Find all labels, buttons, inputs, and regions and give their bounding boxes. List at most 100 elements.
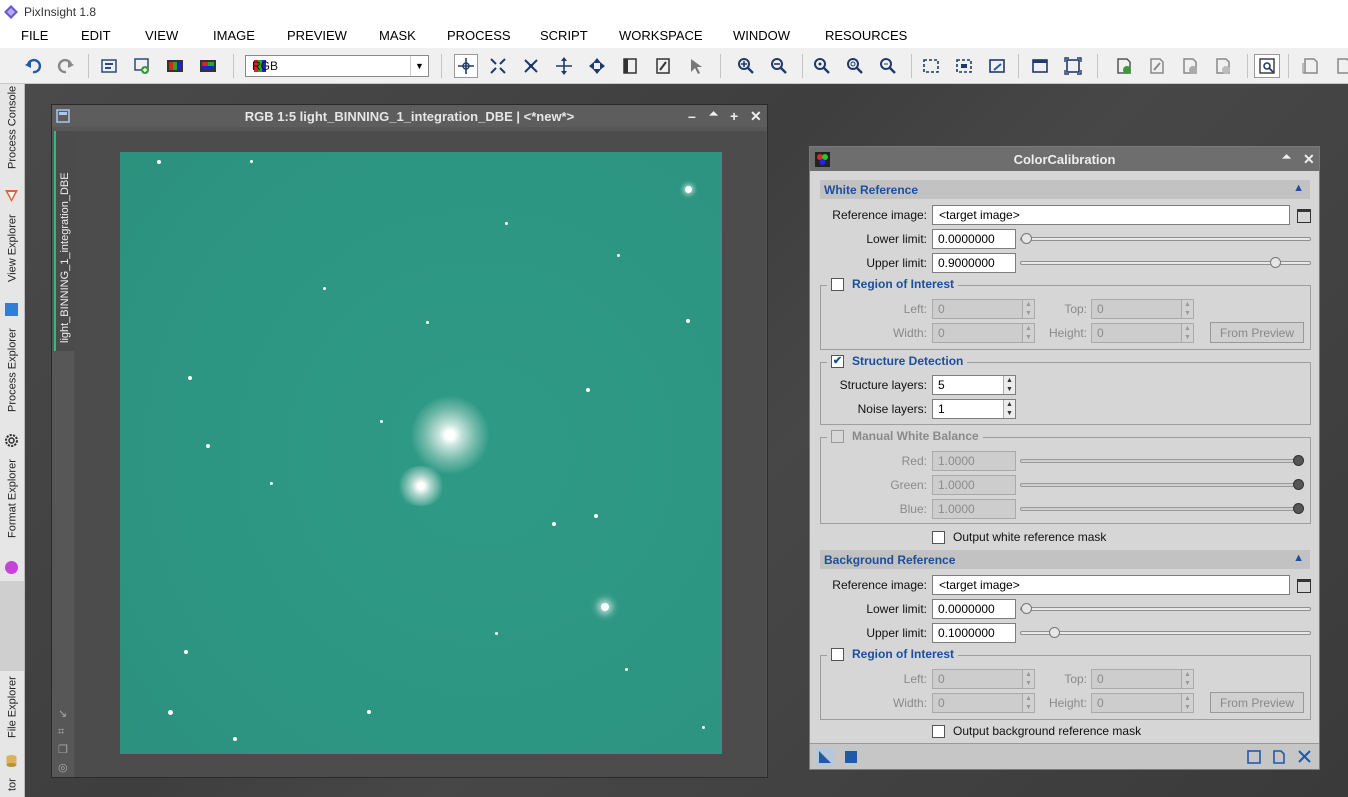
- manual-white-balance-header[interactable]: Manual White Balance: [827, 429, 983, 443]
- window-icon-1[interactable]: [1030, 56, 1050, 76]
- bg-upper-limit-slider[interactable]: [1020, 627, 1311, 638]
- roi-height-input[interactable]: 0 ▲ ▼: [1091, 323, 1194, 343]
- image-window-titlebar[interactable]: RGB 1:5 light_BINNING_1_integration_DBE …: [52, 105, 767, 127]
- structure-detection-header[interactable]: ✔ Structure Detection: [827, 354, 968, 368]
- spinner-icon[interactable]: ▲ ▼: [1022, 324, 1034, 342]
- zoom-fit-width-icon[interactable]: [845, 56, 865, 76]
- spinner-icon[interactable]: ▲ ▼: [1022, 694, 1034, 712]
- output-white-mask-checkbox[interactable]: [932, 530, 945, 544]
- roi-top-input[interactable]: 0 ▲ ▼: [1091, 299, 1194, 319]
- zoom-in-icon[interactable]: [736, 56, 756, 76]
- slider-handle[interactable]: [1270, 257, 1281, 268]
- undo-icon[interactable]: [23, 56, 43, 76]
- menu-edit[interactable]: EDIT: [81, 28, 111, 43]
- spinner-icon[interactable]: ▲ ▼: [1181, 324, 1193, 342]
- view-icon-2[interactable]: [954, 56, 974, 76]
- spinner-icon[interactable]: ▲ ▼: [1181, 300, 1193, 318]
- collapse-icon[interactable]: ▲: [1293, 182, 1304, 194]
- close-icon[interactable]: ✕: [1303, 151, 1315, 168]
- pan-icon[interactable]: [554, 56, 574, 76]
- reset-icon[interactable]: [1247, 750, 1261, 764]
- window-menu-icon[interactable]: [56, 109, 70, 123]
- process-rgb-icon[interactable]: [815, 152, 830, 167]
- spinner-icon[interactable]: ▲ ▼: [1181, 694, 1193, 712]
- spinner-icon[interactable]: ▲ ▼: [1181, 670, 1193, 688]
- slider-handle[interactable]: [1293, 455, 1304, 466]
- red-slider[interactable]: [1020, 455, 1304, 466]
- move-all-icon[interactable]: [521, 56, 541, 76]
- white-roi-header[interactable]: Region of Interest: [827, 277, 959, 291]
- menu-view[interactable]: VIEW: [145, 28, 178, 43]
- white-roi-checkbox[interactable]: [831, 277, 844, 291]
- structure-detection-checkbox[interactable]: ✔: [831, 354, 844, 368]
- process-console-icon[interactable]: [4, 188, 19, 203]
- colorcalibration-titlebar[interactable]: ColorCalibration ⏶ ✕: [810, 147, 1319, 171]
- white-upper-limit-slider[interactable]: [1020, 257, 1311, 268]
- close-icon[interactable]: ✕: [750, 108, 762, 125]
- view-icon-3[interactable]: [987, 56, 1007, 76]
- menu-script[interactable]: SCRIPT: [540, 28, 588, 43]
- blue-slider[interactable]: [1020, 503, 1304, 514]
- blue-input[interactable]: 1.0000: [932, 499, 1016, 519]
- menu-preview[interactable]: PREVIEW: [287, 28, 347, 43]
- structure-layers-input[interactable]: 5 ▲ ▼: [932, 375, 1016, 395]
- menu-workspace[interactable]: WORKSPACE: [619, 28, 703, 43]
- rgb-image-icon[interactable]: [165, 56, 185, 76]
- window-icon-2[interactable]: [1063, 56, 1083, 76]
- shade-icon[interactable]: ⏶: [1282, 151, 1291, 164]
- roi-width-input[interactable]: 0 ▲ ▼: [932, 693, 1035, 713]
- file-explorer-icon[interactable]: [4, 753, 19, 768]
- roi-left-input[interactable]: 0 ▲ ▼: [932, 299, 1035, 319]
- roi-top-input[interactable]: 0 ▲ ▼: [1091, 669, 1194, 689]
- maximize-icon[interactable]: +: [730, 108, 738, 124]
- apply-icon[interactable]: [844, 750, 858, 764]
- doc-icon-2[interactable]: [1333, 56, 1348, 76]
- mask-edit-icon[interactable]: [1147, 56, 1167, 76]
- arrow-icon[interactable]: ↘: [58, 705, 72, 723]
- bg-roi-from-preview-button[interactable]: From Preview: [1210, 692, 1304, 713]
- cursor-icon[interactable]: [686, 56, 706, 76]
- new-instance-icon[interactable]: [816, 748, 834, 766]
- mask-remove-icon[interactable]: [1213, 56, 1233, 76]
- slider-handle[interactable]: [1049, 627, 1060, 638]
- edit-preview-icon[interactable]: [653, 56, 673, 76]
- redo-icon[interactable]: [56, 56, 76, 76]
- tab-process-explorer[interactable]: Process Explorer: [2, 328, 23, 433]
- slider-handle[interactable]: [1021, 233, 1032, 244]
- crosshair-icon[interactable]: ⌗: [58, 723, 72, 741]
- bg-lower-limit-input[interactable]: 0.0000000: [932, 599, 1016, 619]
- new-preview-icon[interactable]: [620, 56, 640, 76]
- chevron-down-icon[interactable]: ▼: [410, 56, 428, 76]
- white-ref-image-field[interactable]: <target image>: [932, 205, 1290, 225]
- spinner-icon[interactable]: ▲ ▼: [1022, 670, 1034, 688]
- image-properties-icon[interactable]: [99, 56, 119, 76]
- menu-resources[interactable]: RESOURCES: [825, 28, 907, 43]
- section-background-reference[interactable]: Background Reference ▲: [820, 550, 1310, 569]
- manual-white-balance-checkbox[interactable]: [831, 429, 844, 443]
- bg-roi-checkbox[interactable]: [831, 647, 844, 661]
- navigate-icon[interactable]: [587, 56, 607, 76]
- white-upper-limit-input[interactable]: 0.9000000: [932, 253, 1016, 273]
- bg-ref-image-field[interactable]: <target image>: [932, 575, 1290, 595]
- slider-handle[interactable]: [1293, 479, 1304, 490]
- explorer-icon[interactable]: [1254, 54, 1280, 78]
- zoom-out-icon[interactable]: [769, 56, 789, 76]
- tab-file-explorer[interactable]: File Explorer: [2, 676, 23, 751]
- copy-icon[interactable]: ❐: [58, 741, 72, 759]
- documentation-icon[interactable]: [1272, 750, 1286, 764]
- new-image-icon[interactable]: [132, 56, 152, 76]
- menu-process[interactable]: PROCESS: [447, 28, 511, 43]
- green-slider[interactable]: [1020, 479, 1304, 490]
- output-bg-mask-checkbox[interactable]: [932, 724, 945, 738]
- menu-window[interactable]: WINDOW: [733, 28, 790, 43]
- view-icon-1[interactable]: [921, 56, 941, 76]
- green-input[interactable]: 1.0000: [932, 475, 1016, 495]
- bg-lower-limit-slider[interactable]: [1020, 603, 1311, 614]
- menu-mask[interactable]: MASK: [379, 28, 416, 43]
- spinner-icon[interactable]: ▲ ▼: [1022, 300, 1034, 318]
- minimize-icon[interactable]: –: [688, 108, 696, 124]
- roi-height-input[interactable]: 0 ▲ ▼: [1091, 693, 1194, 713]
- target-icon[interactable]: ◎: [58, 759, 72, 777]
- roi-left-input[interactable]: 0 ▲ ▼: [932, 669, 1035, 689]
- bg-upper-limit-input[interactable]: 0.1000000: [932, 623, 1016, 643]
